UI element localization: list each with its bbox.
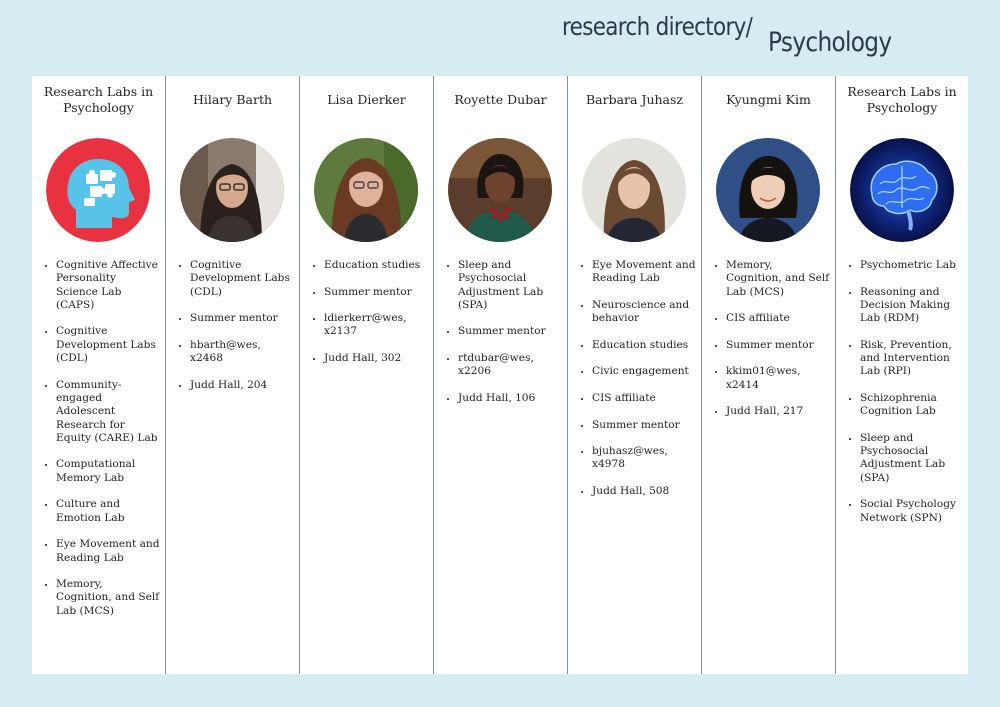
- list-item: CIS affiliate: [726, 312, 831, 325]
- list-item: Summer mentor: [324, 286, 429, 299]
- list-item: Sleep and Psychosocial Adjustment Lab (S…: [860, 432, 964, 485]
- column-title: Research Labs in Psychology: [43, 84, 154, 115]
- page-title: Psychology: [768, 27, 892, 58]
- breadcrumb: research directory/: [562, 12, 753, 41]
- list-item: Judd Hall, 204: [190, 379, 295, 392]
- faculty-name: Barbara Juhasz: [585, 92, 684, 107]
- faculty-photo: [582, 138, 686, 242]
- list-item: rtdubar@wes, x2206: [458, 352, 563, 379]
- list-item: Education studies: [324, 259, 429, 272]
- list-item: bjuhasz@wes, x4978: [592, 445, 697, 472]
- list-item: Sleep and Psychosocial Adjustment Lab (S…: [458, 259, 563, 312]
- list-item: Culture and Emotion Lab: [56, 498, 161, 525]
- list-item: Neuroscience and behavior: [592, 299, 697, 326]
- list-item: Judd Hall, 508: [592, 485, 697, 498]
- column-labs-list-right: Research Labs in Psychology • Psychometr…: [836, 76, 968, 674]
- faculty-details: Memory, Cognition, and Self Lab (MCS) CI…: [712, 259, 831, 432]
- faculty-photo: [716, 138, 820, 242]
- puzzle-head-icon: [46, 138, 150, 242]
- list-item: Community-engaged Adolescent Research fo…: [56, 379, 161, 445]
- faculty-name: Hilary Barth: [192, 92, 273, 107]
- lab-list: Psychometric Lab Reasoning and Decision …: [846, 259, 964, 538]
- directory-board: Research Labs in Psychology Co: [32, 76, 968, 674]
- faculty-details: Cognitive Development Labs (CDL) Summer …: [176, 259, 295, 405]
- list-item: Summer mentor: [592, 419, 697, 432]
- faculty-details: Education studies Summer mentor ldierker…: [310, 259, 429, 379]
- faculty-card-barbara-juhasz: Barbara Juhasz Eye Movement and Reading …: [568, 76, 702, 674]
- list-item: Judd Hall, 106: [458, 392, 563, 405]
- list-item: Memory, Cognition, and Self Lab (MCS): [726, 259, 831, 299]
- faculty-name: Kyungmi Kim: [726, 92, 811, 107]
- list-item: Schizophrenia Cognition Lab: [860, 392, 964, 419]
- list-item: Memory, Cognition, and Self Lab (MCS): [56, 578, 161, 618]
- list-item: Social Psychology Network (SPN): [860, 498, 964, 525]
- page-header: research directory/ Psychology: [562, 12, 892, 58]
- brain-icon: [850, 138, 954, 242]
- faculty-name: Lisa Dierker: [327, 92, 406, 107]
- list-item: hbarth@wes, x2468: [190, 339, 295, 366]
- faculty-photo: [314, 138, 418, 242]
- list-item: Cognitive Development Labs (CDL): [56, 325, 161, 365]
- list-item: kkim01@wes, x2414: [726, 365, 831, 392]
- list-item: Risk, Prevention, and Intervention Lab (…: [860, 339, 964, 379]
- faculty-details: Eye Movement and Reading Lab Neuroscienc…: [578, 259, 697, 512]
- list-item: Education studies: [592, 339, 697, 352]
- column-labs-list-left: Research Labs in Psychology Co: [32, 76, 166, 674]
- faculty-name: Royette Dubar: [454, 92, 547, 107]
- faculty-photo: [448, 138, 552, 242]
- faculty-card-royette-dubar: Royette Dubar Sleep and Psychosocial Adj…: [434, 76, 568, 674]
- list-item: Cognitive Development Labs (CDL): [190, 259, 295, 299]
- list-item: Summer mentor: [190, 312, 295, 325]
- list-item: ldierkerr@wes, x2137: [324, 312, 429, 339]
- list-item: Judd Hall, 302: [324, 352, 429, 365]
- faculty-card-kyungmi-kim: Kyungmi Kim Memory, Cognition, and Self …: [702, 76, 836, 674]
- list-item: Judd Hall, 217: [726, 405, 831, 418]
- list-item: Eye Movement and Reading Lab: [56, 538, 161, 565]
- list-item: Reasoning and Decision Making Lab (RDM): [860, 286, 964, 326]
- list-item: Cognitive Affective Personality Science …: [56, 259, 161, 312]
- faculty-details: Sleep and Psychosocial Adjustment Lab (S…: [444, 259, 563, 419]
- faculty-photo: [180, 138, 284, 242]
- lab-list: Cognitive Affective Personality Science …: [42, 259, 161, 631]
- list-item: Eye Movement and Reading Lab: [592, 259, 697, 286]
- list-item: Computational Memory Lab: [56, 458, 161, 485]
- faculty-card-lisa-dierker: Lisa Dierker Education studies Summer me…: [300, 76, 434, 674]
- list-item: Summer mentor: [726, 339, 831, 352]
- faculty-card-hilary-barth: Hilary Barth Cognitive Development Labs …: [166, 76, 300, 674]
- list-item: CIS affiliate: [592, 392, 697, 405]
- list-item: Psychometric Lab: [860, 259, 964, 272]
- column-title: Research Labs in Psychology: [847, 84, 957, 115]
- list-item: Summer mentor: [458, 325, 563, 338]
- list-item: Civic engagement: [592, 365, 697, 378]
